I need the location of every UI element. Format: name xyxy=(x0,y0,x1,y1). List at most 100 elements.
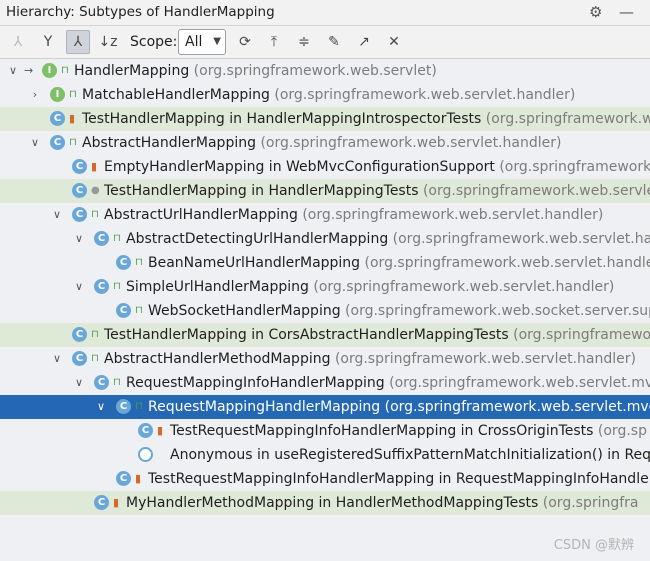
tree-item-label: MyHandlerMethodMapping in HandlerMethodM… xyxy=(126,491,639,515)
type-name: AbstractHandlerMapping xyxy=(82,135,256,151)
tree-item-label: HandlerMapping (org.springframework.web.… xyxy=(74,59,437,83)
tree-row[interactable]: C ▮ TestRequestMappingInfoHandlerMapping i… xyxy=(0,419,650,443)
class-icon: C xyxy=(50,135,65,150)
tree-item-label: TestRequestMappingInfoHandlerMapping in … xyxy=(170,419,647,443)
tree-item-label: RequestMappingInfoHandlerMapping (org.sp… xyxy=(126,371,650,395)
package-name: (org.springframework. xyxy=(499,159,650,175)
class-icon: C xyxy=(72,327,87,342)
watermark: CSDN @默辨 xyxy=(553,538,634,553)
chevron-down-icon[interactable]: ∨ xyxy=(72,371,86,395)
tree-row[interactable]: ∨ C ⊓ RequestMappingHandlerMapping (org.spr… xyxy=(0,395,650,419)
type-name: MyHandlerMethodMapping in HandlerMethodM… xyxy=(126,495,539,511)
chevron-right-icon[interactable]: › xyxy=(28,83,42,107)
chevron-down-icon[interactable]: ∨ xyxy=(50,203,64,227)
tree-row[interactable]: C ⊓ TestHandlerMapping in CorsAbstractHand… xyxy=(0,323,650,347)
class-icon: C xyxy=(50,111,65,126)
public-access-icon: ⊓ xyxy=(61,65,69,76)
tree-row[interactable]: C ▮ TestRequestMappingInfoHandlerMapping i… xyxy=(0,467,650,491)
package-name: (org.sp xyxy=(597,423,647,439)
chevron-down-icon[interactable]: ∨ xyxy=(72,227,86,251)
minimize-icon[interactable]: — xyxy=(619,0,634,25)
chevron-down-icon[interactable]: ∨ xyxy=(72,275,86,299)
package-name: (org.springfra xyxy=(542,495,639,511)
tree-row[interactable]: C ▮ TestHandlerMapping in HandlerMappingIn… xyxy=(0,107,650,131)
toolbar: ⅄ Y ⅄ ↓z Scope: All ▼ ⟳ ⤒ ≑ ✎ ↗ ✕ xyxy=(0,26,650,59)
tree-item-label: SimpleUrlHandlerMapping (org.springframe… xyxy=(126,275,614,299)
tree-item-label: TestRequestMappingInfoHandlerMapping in … xyxy=(148,467,649,491)
class-icon: C xyxy=(116,255,131,270)
anonymous-class-icon xyxy=(138,447,153,462)
public-access-icon: ⊓ xyxy=(135,401,143,412)
public-access-icon: ⊓ xyxy=(69,137,77,148)
type-name: AbstractUrlHandlerMapping xyxy=(104,207,298,223)
open-in-editor-icon[interactable]: ↗ xyxy=(352,30,376,54)
tree-row[interactable]: ∨ C ⊓ AbstractUrlHandlerMapping (org.spring… xyxy=(0,203,650,227)
close-icon[interactable]: ✕ xyxy=(382,30,406,54)
tree-row[interactable]: ∨ C ⊓ AbstractHandlerMapping (org.springfra… xyxy=(0,131,650,155)
tree-row[interactable]: C ⊓ BeanNameUrlHandlerMapping (org.springf… xyxy=(0,251,650,275)
tree-row[interactable]: ∨ → I ⊓ HandlerMapping (org.springframework.… xyxy=(0,59,650,83)
public-access-icon: ⊓ xyxy=(91,353,99,364)
package-name: (org.springframework.w xyxy=(485,111,650,127)
package-name: (org.springframework.web.servlet.han xyxy=(392,231,650,247)
type-name: TestRequestMappingInfoHandlerMapping in … xyxy=(148,471,649,487)
tree-row[interactable]: C ● TestHandlerMapping in HandlerMappingTe… xyxy=(0,179,650,203)
class-icon: C xyxy=(94,375,109,390)
tree-item-label: AbstractUrlHandlerMapping (org.springfra… xyxy=(104,203,603,227)
scope-select[interactable]: All ▼ xyxy=(178,29,226,55)
class-icon: C xyxy=(72,207,87,222)
tree-item-label: MatchableHandlerMapping (org.springframe… xyxy=(82,83,575,107)
pin-icon[interactable]: ✎ xyxy=(322,30,346,54)
tree-item-label: AbstractHandlerMapping (org.springframew… xyxy=(82,131,561,155)
tree-item-label: WebSocketHandlerMapping (org.springframe… xyxy=(148,299,650,323)
expand-all-icon[interactable]: ≑ xyxy=(292,30,316,54)
tree-row[interactable]: ∨ C ⊓ RequestMappingInfoHandlerMapping (org… xyxy=(0,371,650,395)
sort-alphabetically-icon[interactable]: ↓z xyxy=(96,30,120,54)
window-title: Hierarchy: Subtypes of HandlerMapping xyxy=(6,4,275,20)
type-name: AbstractDetectingUrlHandlerMapping xyxy=(126,231,389,247)
subtypes-hierarchy-icon[interactable]: Y xyxy=(36,30,60,54)
tree-item-label: AbstractHandlerMethodMapping (org.spring… xyxy=(104,347,636,371)
public-access-icon: ⊓ xyxy=(135,257,143,268)
tree-row[interactable]: C ⊓ WebSocketHandlerMapping (org.springfra… xyxy=(0,299,650,323)
tree-row[interactable]: › I ⊓ MatchableHandlerMapping (org.springfr… xyxy=(0,83,650,107)
tree-item-label: Anonymous in useRegisteredSuffixPatternM… xyxy=(170,443,650,467)
package-name: (org.springframework.web.servlet.handler… xyxy=(260,135,562,151)
tree-row[interactable]: ∨ C ⊓ AbstractHandlerMethodMapping (org.spr… xyxy=(0,347,650,371)
refresh-icon[interactable]: ⟳ xyxy=(233,30,257,54)
chevron-down-icon[interactable]: ∨ xyxy=(6,59,20,83)
tree-row[interactable]: ∨ C ⊓ AbstractDetectingUrlHandlerMapping (o… xyxy=(0,227,650,251)
tree-row[interactable]: ∨ C ⊓ SimpleUrlHandlerMapping (org.springfr… xyxy=(0,275,650,299)
package-name: (org.springframework.web.socket.server.s… xyxy=(345,303,650,319)
scope-label: Scope: xyxy=(130,34,178,50)
private-lock-icon: ▮ xyxy=(135,472,142,485)
export-icon[interactable]: ⤒ xyxy=(262,30,286,54)
package-name: (org.springframework.web.servle xyxy=(422,183,650,199)
tree-row[interactable]: C ▮ MyHandlerMethodMapping in HandlerMetho… xyxy=(0,491,650,515)
type-name: SimpleUrlHandlerMapping xyxy=(126,279,309,295)
tree-item-label: RequestMappingHandlerMapping (org.spring… xyxy=(148,395,650,419)
package-name: (org.springframewo xyxy=(513,327,650,343)
private-lock-icon: ▮ xyxy=(157,424,164,437)
chevron-down-icon[interactable]: ∨ xyxy=(28,131,42,155)
chevron-down-icon[interactable]: ∨ xyxy=(94,395,108,419)
tree-row[interactable]: C ▮ EmptyHandlerMapping in WebMvcConfigura… xyxy=(0,155,650,179)
interface-icon: I xyxy=(42,63,57,78)
public-access-icon: ⊓ xyxy=(91,329,99,340)
class-icon: C xyxy=(116,471,131,486)
class-icon: C xyxy=(94,279,109,294)
type-name: TestHandlerMapping in HandlerMappingTest… xyxy=(104,183,419,199)
public-access-icon: ⊓ xyxy=(91,209,99,220)
gear-icon[interactable]: ⚙ xyxy=(589,0,602,25)
package-name: (org.springframework.web.servlet) xyxy=(193,63,437,79)
scope-value: All xyxy=(185,34,203,50)
package-name: (org.springframework.web.servlet.mvc xyxy=(384,399,650,415)
tree-row[interactable]: Anonymous in useRegisteredSuffixPatternM… xyxy=(0,443,650,467)
private-lock-icon: ▮ xyxy=(91,160,98,173)
package-name: (org.springframework.web.servlet.handler… xyxy=(334,351,636,367)
class-hierarchy-icon[interactable]: ⅄ xyxy=(66,30,90,54)
package-name: (org.springframework.web.servlet.handler… xyxy=(313,279,615,295)
supertypes-hierarchy-icon[interactable]: ⅄ xyxy=(6,30,30,54)
public-access-icon: ⊓ xyxy=(135,305,143,316)
chevron-down-icon[interactable]: ∨ xyxy=(50,347,64,371)
